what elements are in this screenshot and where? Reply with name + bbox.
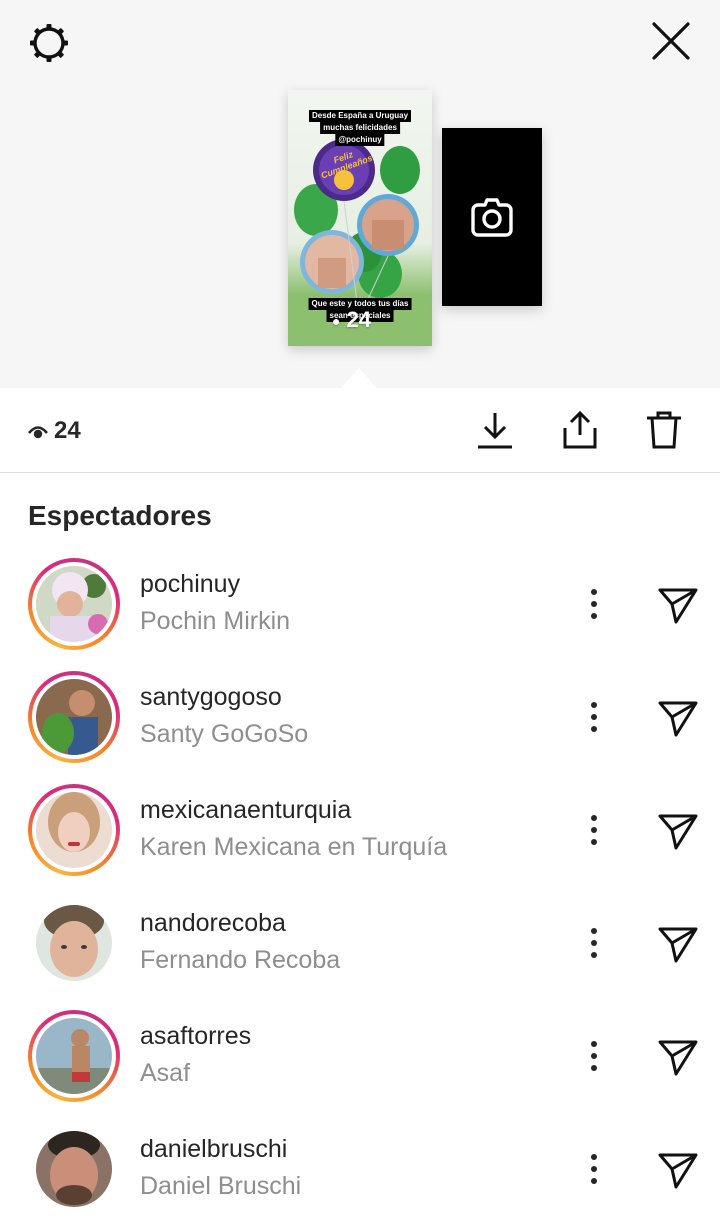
trash-icon [647,411,681,449]
selected-story-pointer [340,368,378,389]
viewer-full-name: Karen Mexicana en Turquía [140,833,448,861]
avatar[interactable] [36,1131,112,1207]
avatar[interactable] [36,792,112,868]
story-stats-bar: 24 [0,388,720,473]
viewers-section-title: Espectadores [28,500,212,531]
send-message-icon[interactable] [656,582,700,626]
viewer-full-name: Pochin Mirkin [140,607,291,635]
viewer-username[interactable]: mexicanaenturquia [140,794,351,826]
viewer-username[interactable]: nandorecoba [140,907,286,939]
viewer-full-name: Daniel Bruschi [140,1172,302,1200]
story-caption-top-line-3: @pochinuy [335,134,385,146]
add-story-tile[interactable] [442,128,542,306]
gear-icon [30,24,68,62]
viewer-row[interactable]: asaftorres Asaf [0,1010,720,1110]
story-thumbnail[interactable]: Desde España a Uruguay muchas felicidade… [288,90,432,346]
story-preview-area: Desde España a Uruguay muchas felicidade… [0,0,720,388]
viewer-username[interactable]: pochinuy [140,568,240,600]
viewer-full-name: Asaf [140,1059,191,1087]
view-count-value: 24 [54,417,81,444]
avatar[interactable] [36,905,112,981]
story-caption-top-line-1: Desde España a Uruguay [308,110,412,122]
avatar[interactable] [36,566,112,642]
more-options-icon[interactable] [580,810,608,850]
viewer-row[interactable]: danielbruschi Daniel Bruschi [0,1123,720,1223]
share-icon [563,410,597,449]
download-button[interactable] [475,410,515,450]
send-message-icon[interactable] [656,695,700,739]
thumbnail-view-count: ● 24 [332,308,371,333]
delete-button[interactable] [644,410,684,450]
thumbnail-view-count-value: 24 [346,307,371,332]
story-ring [28,558,120,650]
view-count: 24 [27,416,81,446]
viewer-full-name: Santy GoGoSo [140,720,309,748]
more-options-icon[interactable] [580,923,608,963]
viewer-row[interactable]: mexicanaenturquia Karen Mexicana en Turq… [0,784,720,884]
send-message-icon[interactable] [656,1034,700,1078]
close-icon [652,22,690,60]
avatar[interactable] [36,679,112,755]
camera-icon [471,198,513,237]
avatar-container [28,1123,120,1215]
avatar-container [28,897,120,989]
settings-button[interactable] [26,20,72,66]
more-options-icon[interactable] [580,584,608,624]
story-ring [28,784,120,876]
more-options-icon[interactable] [580,697,608,737]
more-options-icon[interactable] [580,1149,608,1189]
send-message-icon[interactable] [656,921,700,965]
viewer-row[interactable]: nandorecoba Fernando Recoba [0,897,720,997]
viewer-username[interactable]: santygogoso [140,681,282,713]
viewer-row[interactable]: pochinuy Pochin Mirkin [0,558,720,658]
viewer-username[interactable]: asaftorres [140,1020,251,1052]
send-message-icon[interactable] [656,808,700,852]
story-ring [28,1010,120,1102]
story-caption-top-line-2: muchas felicidades [320,122,400,134]
eye-icon [27,426,49,439]
more-options-icon[interactable] [580,1036,608,1076]
share-button[interactable] [560,410,600,450]
avatar[interactable] [36,1018,112,1094]
send-message-icon[interactable] [656,1147,700,1191]
download-icon [478,413,512,449]
viewer-row[interactable]: santygogoso Santy GoGoSo [0,671,720,771]
viewer-full-name: Fernando Recoba [140,946,341,974]
close-button[interactable] [648,18,694,64]
story-ring [28,671,120,763]
viewer-username[interactable]: danielbruschi [140,1133,287,1165]
eye-icon: ● [332,313,341,330]
